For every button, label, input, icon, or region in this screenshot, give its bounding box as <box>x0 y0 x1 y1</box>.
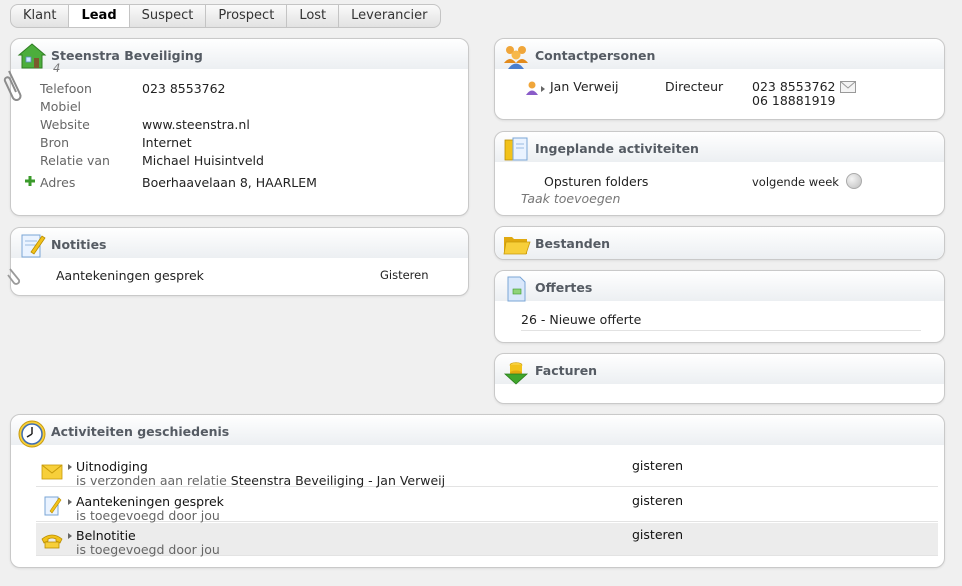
history-item-when: gisteren <box>632 493 683 508</box>
tab-suspect[interactable]: Suspect <box>130 5 207 27</box>
contact-mobile[interactable]: 06 18881919 <box>752 93 836 108</box>
contact-phone[interactable]: 023 8553762 <box>752 79 836 94</box>
contacts-panel: Contactpersonen Jan Verweij Directeur 02… <box>494 38 945 120</box>
history-item-title-row: Belnotitie <box>68 528 136 543</box>
history-item-title[interactable]: Uitnodiging <box>76 459 148 474</box>
expand-arrow-icon[interactable] <box>68 499 72 505</box>
expand-arrow-icon[interactable] <box>541 86 545 92</box>
clipboard-icon <box>504 137 528 161</box>
company-panel-header: Steenstra Beveiliging <box>11 39 468 69</box>
field-label-telefoon: Telefoon <box>40 81 92 96</box>
history-item-title[interactable]: Belnotitie <box>76 528 136 543</box>
company-number: 4 <box>53 61 61 75</box>
note-pencil-icon <box>21 234 46 258</box>
planned-title: Ingeplande activiteiten <box>535 141 699 156</box>
paperclip-icon[interactable] <box>7 266 23 286</box>
field-label-bron: Bron <box>40 135 70 150</box>
history-item-sub-text: is verzonden aan relatie <box>76 473 231 488</box>
history-item-sub-text: is toegevoegd door jou <box>76 508 220 523</box>
field-value-relatie-van[interactable]: Michael Huisintveld <box>142 153 264 168</box>
status-circle-icon[interactable] <box>846 173 862 189</box>
field-value-website[interactable]: www.steenstra.nl <box>142 117 250 132</box>
invoices-panel: Facturen <box>494 353 945 404</box>
notes-title: Notities <box>51 237 107 252</box>
coins-icon <box>503 362 529 385</box>
expand-arrow-icon[interactable] <box>68 464 72 470</box>
files-panel-header[interactable]: Bestanden <box>495 227 944 259</box>
divider <box>521 330 921 331</box>
quotes-panel-header: Offertes <box>495 271 944 302</box>
history-item-title-row: Aantekeningen gesprek <box>68 494 224 509</box>
clock-icon <box>18 420 46 448</box>
planned-panel-header: Ingeplande activiteiten <box>495 132 944 162</box>
history-row[interactable]: Aantekeningen gesprek is toegevoegd door… <box>36 489 938 523</box>
expand-arrow-icon[interactable] <box>68 533 72 539</box>
company-name: Steenstra Beveiliging <box>51 48 203 63</box>
planned-item-text[interactable]: Opsturen folders <box>544 174 648 189</box>
tab-lead[interactable]: Lead <box>69 5 130 27</box>
note-item-when: Gisteren <box>380 268 429 282</box>
quote-item[interactable]: 26 - Nieuwe offerte <box>521 312 641 327</box>
history-row[interactable]: Uitnodiging is verzonden aan relatie Ste… <box>36 454 938 488</box>
history-item-relation[interactable]: Steenstra Beveiliging - Jan Verweij <box>231 473 445 488</box>
people-group-icon <box>504 46 528 69</box>
tab-leverancier[interactable]: Leverancier <box>339 5 439 27</box>
company-panel: Steenstra Beveiliging 4 Telefoon 023 855… <box>3 38 469 216</box>
files-title: Bestanden <box>535 236 611 251</box>
tab-prospect[interactable]: Prospect <box>206 5 288 27</box>
field-value-telefoon[interactable]: 023 8553762 <box>142 81 226 96</box>
history-panel-header: Activiteiten geschiedenis <box>11 415 944 448</box>
contacts-panel-header: Contactpersonen <box>495 39 944 69</box>
notes-panel-header: Notities <box>11 228 468 258</box>
field-label-website: Website <box>40 117 90 132</box>
history-item-when: gisteren <box>632 458 683 473</box>
contact-role: Directeur <box>665 79 724 94</box>
notes-panel: Notities Aantekeningen gesprek Gisteren <box>7 227 469 296</box>
quotes-title: Offertes <box>535 280 593 295</box>
field-label-mobiel: Mobiel <box>40 99 82 114</box>
envelope-icon <box>41 464 63 480</box>
history-item-sub: is toegevoegd door jou <box>76 542 220 557</box>
note-pencil-icon <box>44 496 62 516</box>
history-item-sub-text: is toegevoegd door jou <box>76 542 220 557</box>
planned-activities-panel: Ingeplande activiteiten Opsturen folders… <box>494 131 945 216</box>
field-label-relatie-van: Relatie van <box>40 153 110 168</box>
folder-icon <box>503 237 531 255</box>
field-value-bron: Internet <box>142 135 192 150</box>
planned-item-when: volgende week <box>752 175 839 189</box>
contacts-title: Contactpersonen <box>535 48 656 63</box>
field-value-adres[interactable]: Boerhaavelaan 8, HAARLEM <box>142 175 317 190</box>
add-address-icon[interactable] <box>25 176 35 186</box>
person-icon <box>526 81 538 95</box>
paperclip-icon[interactable] <box>3 67 25 103</box>
invoices-panel-header: Facturen <box>495 354 944 385</box>
field-label-adres: Adres <box>40 175 76 190</box>
quotes-panel: Offertes 26 - Nieuwe offerte <box>494 270 945 343</box>
files-panel: Bestanden <box>494 226 945 260</box>
history-row[interactable]: Belnotitie is toegevoegd door jou gister… <box>36 523 938 557</box>
add-task-link[interactable]: Taak toevoegen <box>521 191 620 206</box>
status-tabs: Klant Lead Suspect Prospect Lost Leveran… <box>10 4 441 28</box>
mail-icon[interactable] <box>840 81 856 93</box>
history-item-title-row: Uitnodiging <box>68 459 148 474</box>
contact-name[interactable]: Jan Verweij <box>550 79 619 94</box>
history-item-sub: is toegevoegd door jou <box>76 508 220 523</box>
history-item-title[interactable]: Aantekeningen gesprek <box>76 494 224 509</box>
invoices-title: Facturen <box>535 363 598 378</box>
tab-lost[interactable]: Lost <box>287 5 340 27</box>
note-item-text[interactable]: Aantekeningen gesprek <box>56 268 204 283</box>
tab-klant[interactable]: Klant <box>11 5 70 27</box>
history-item-sub: is verzonden aan relatie Steenstra Bevei… <box>76 473 445 488</box>
document-icon <box>507 276 526 302</box>
history-item-when: gisteren <box>632 527 683 542</box>
history-title: Activiteiten geschiedenis <box>51 424 230 439</box>
phone-note-icon <box>41 534 63 549</box>
